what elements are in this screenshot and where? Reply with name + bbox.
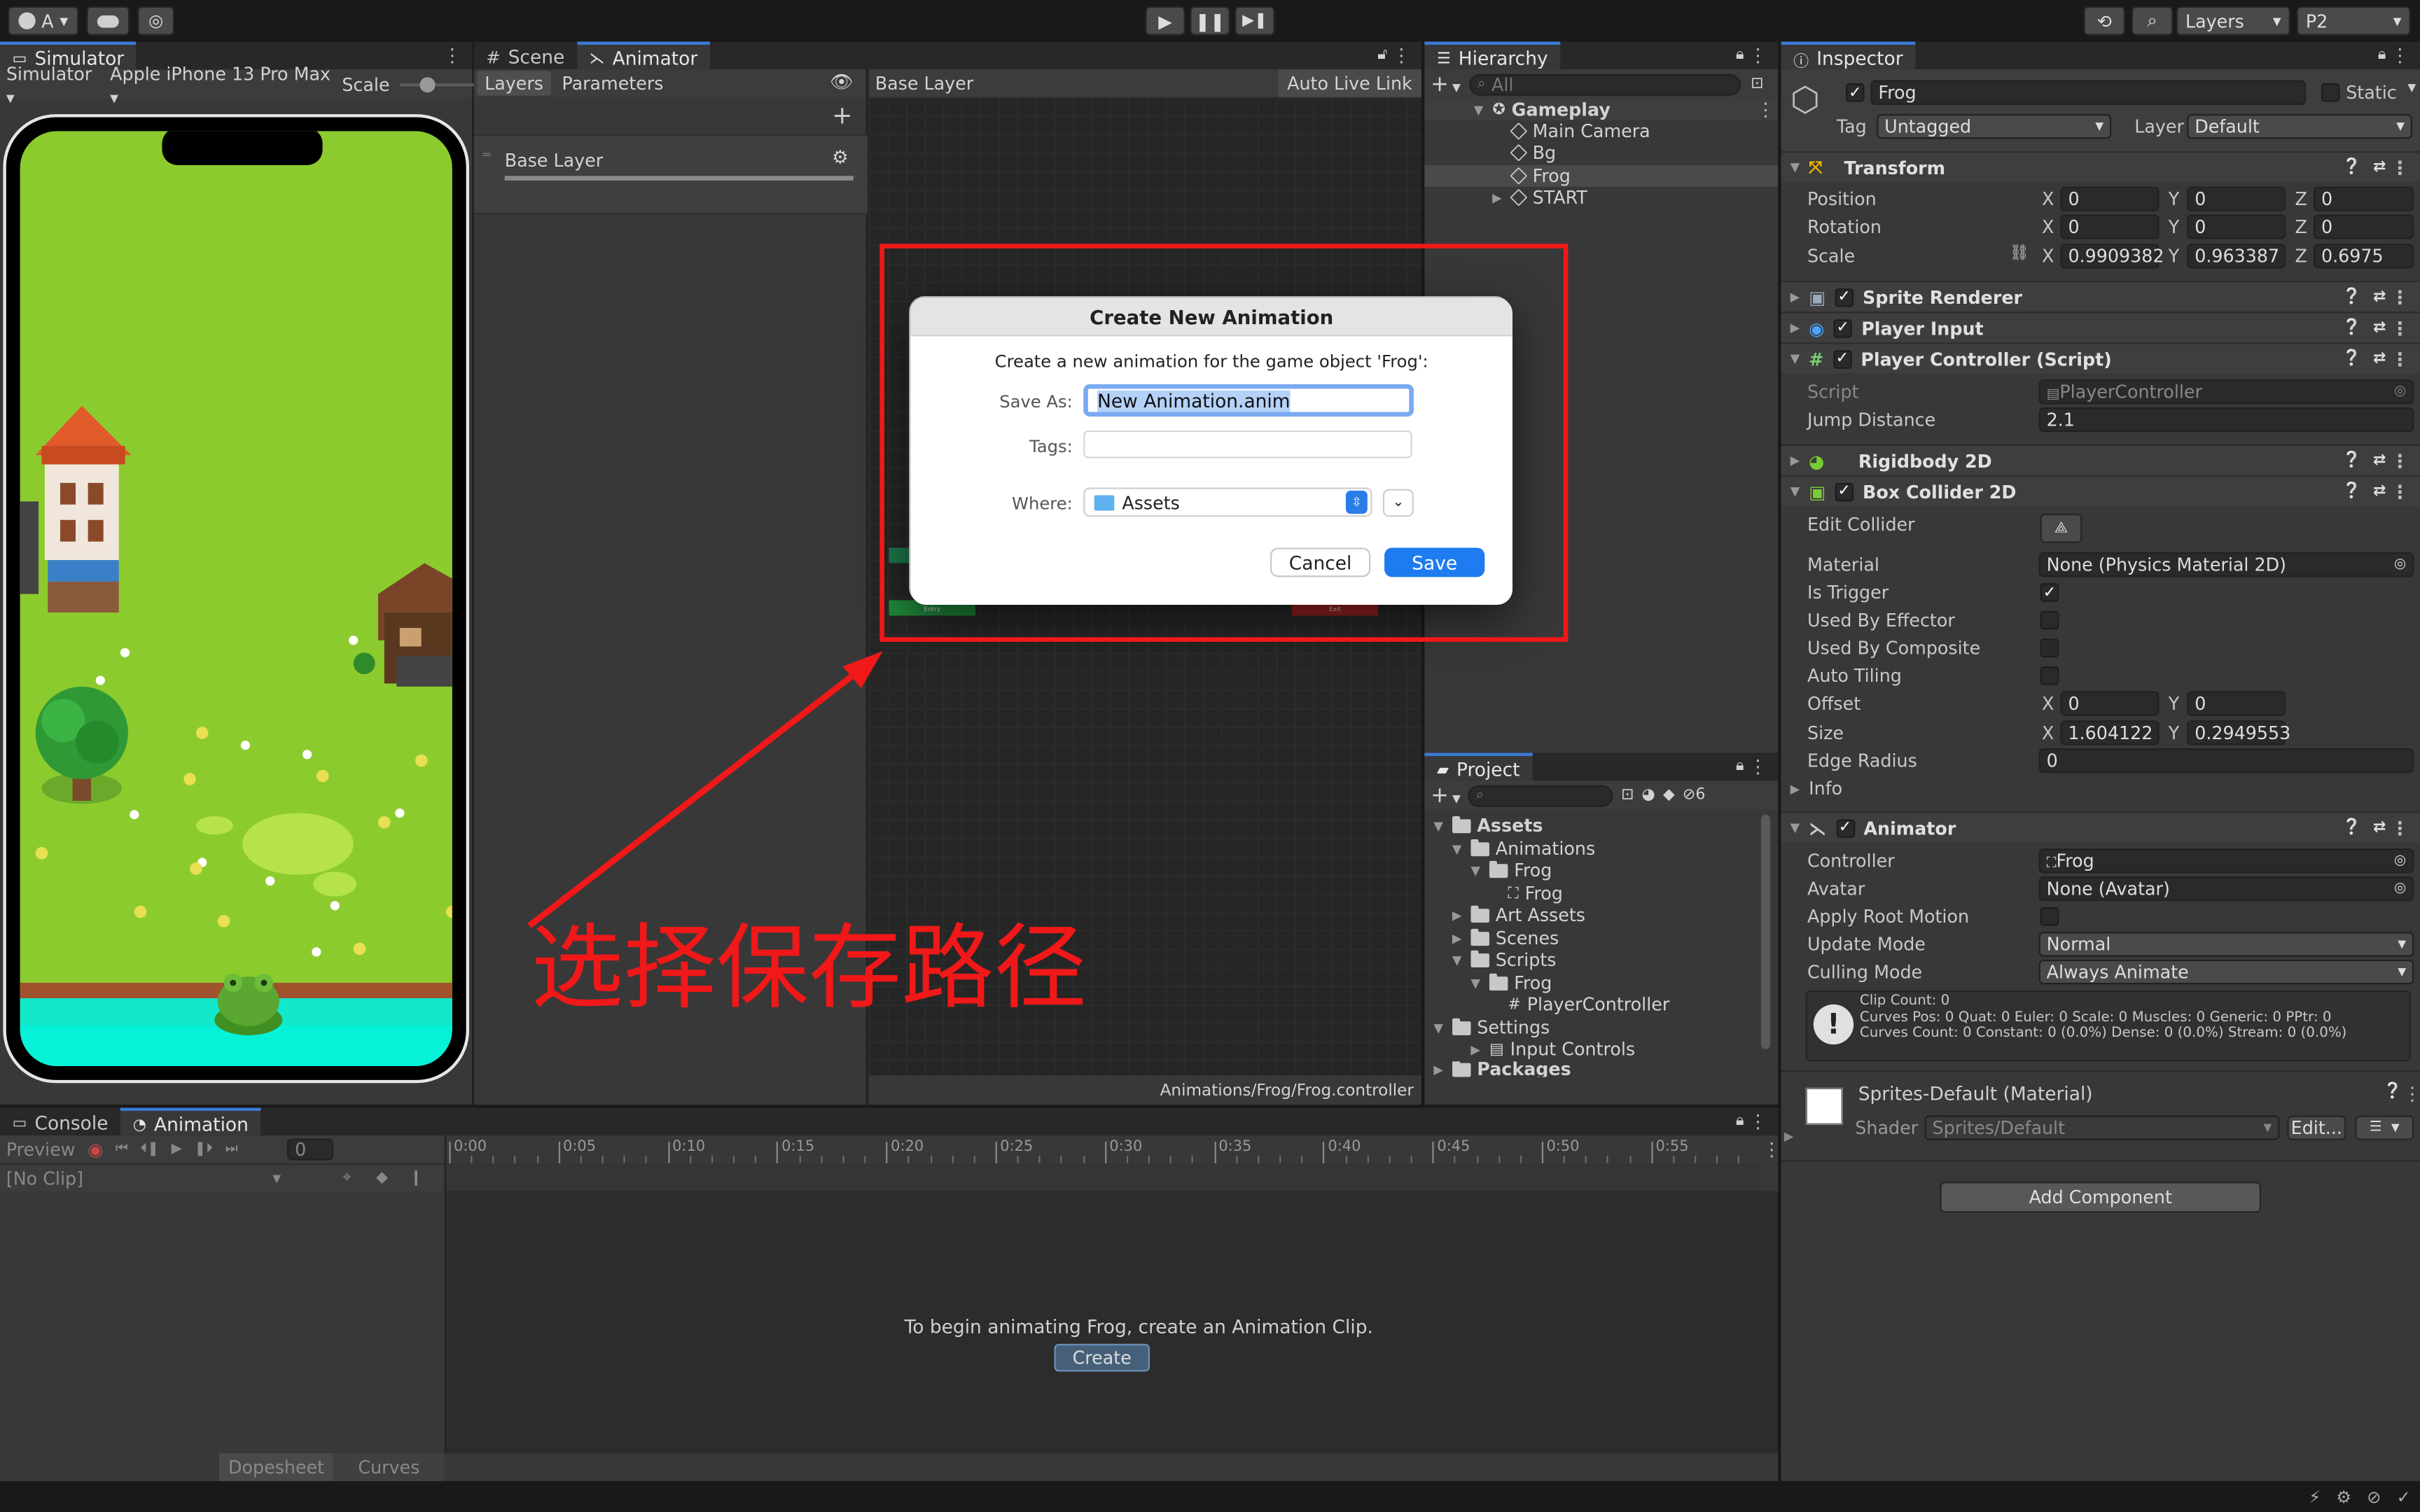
annotation-arrow	[527, 651, 883, 928]
annotation-text: 选择保存路径	[531, 915, 1087, 1023]
unity-editor: A ▼ ◎ ▶ ❚❚ ▶❚ ⟲ ⌕ Layers ▼ P2 ▼ ▭ Simulator…	[0, 0, 2420, 1512]
